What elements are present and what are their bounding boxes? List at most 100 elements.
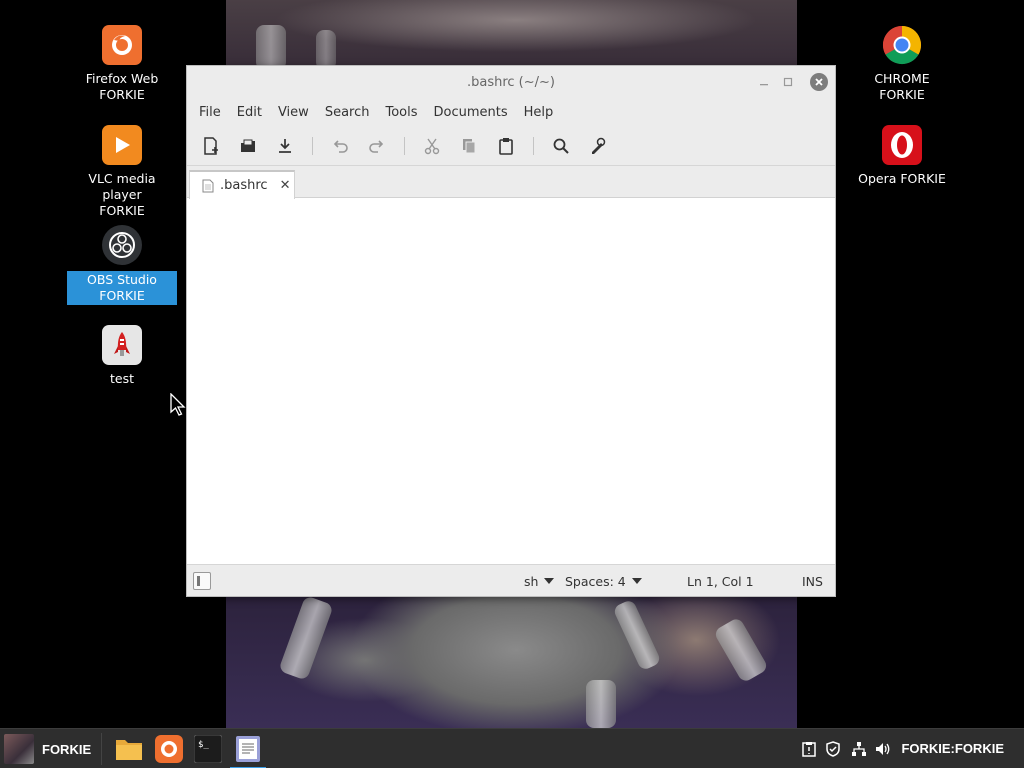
desktop-icon-test[interactable]: test (66, 325, 178, 387)
document-tab-bar: .bashrc ✕ (187, 166, 835, 199)
indent-label: Spaces: 4 (565, 574, 626, 589)
firefox-icon (102, 25, 142, 65)
taskbar-terminal[interactable]: $_ (192, 733, 224, 765)
desktop-icon-firefox[interactable]: Firefox Web FORKIE (66, 25, 178, 103)
volume-tray[interactable] (875, 740, 893, 758)
tab-label: .bashrc (220, 178, 268, 193)
maximize-button[interactable] (779, 73, 797, 91)
document-tab[interactable]: .bashrc ✕ (189, 170, 295, 199)
text-editor-icon (236, 736, 260, 762)
find-replace-icon (592, 137, 606, 154)
clipboard-tray[interactable] (800, 740, 818, 758)
desktop-icon-label: FORKIE (99, 288, 145, 303)
chevron-down-icon (631, 578, 642, 584)
paste-button[interactable] (492, 132, 520, 160)
desktop-icon-label: CHROME FORKIE (874, 71, 930, 102)
desktop-icon-label: FORKIE (99, 87, 145, 102)
undo-icon (333, 139, 348, 153)
cut-icon (424, 138, 440, 154)
obs-icon (102, 225, 142, 265)
indent-selector[interactable]: Spaces: 4 (565, 574, 642, 589)
chrome-icon (882, 25, 922, 65)
text-editor-area[interactable] (187, 198, 835, 562)
volume-icon (876, 743, 890, 755)
desktop-icon-chrome[interactable]: CHROME FORKIE (846, 25, 958, 103)
cut-button[interactable] (418, 132, 446, 160)
maximize-icon (783, 77, 793, 87)
menu-tools[interactable]: Tools (377, 105, 425, 120)
desktop-icon-opera[interactable]: Opera FORKIE (846, 125, 958, 187)
toolbar-separator (404, 136, 405, 155)
taskbar-firefox[interactable] (153, 733, 185, 765)
paste-icon (499, 137, 513, 155)
open-button[interactable] (234, 132, 262, 160)
window-titlebar[interactable]: .bashrc (~/~) (187, 66, 835, 98)
mouse-cursor-icon (170, 393, 186, 416)
desktop-icon-obs[interactable]: OBS Studio FORKIE (66, 225, 178, 305)
taskbar-separator (101, 733, 102, 765)
menu-view[interactable]: View (270, 105, 317, 120)
shield-icon (826, 741, 840, 757)
cursor-position: Ln 1, Col 1 (687, 574, 754, 589)
redo-icon (369, 139, 384, 153)
menu-documents[interactable]: Documents (426, 105, 516, 120)
language-selector[interactable]: sh (524, 574, 555, 589)
status-bar: sh Spaces: 4 Ln 1, Col 1 INS (187, 564, 835, 596)
new-document-button[interactable] (197, 132, 225, 160)
svg-text:$_: $_ (198, 740, 209, 750)
menu-file[interactable]: File (191, 105, 229, 120)
network-icon (852, 742, 866, 756)
desktop-icon-vlc[interactable]: VLC media player FORKIE (66, 125, 178, 219)
start-label: FORKIE (42, 741, 92, 757)
terminal-icon: $_ (194, 735, 222, 763)
menu-edit[interactable]: Edit (229, 105, 270, 120)
firefox-icon (155, 735, 183, 763)
save-icon (279, 138, 291, 153)
user-label: FORKIE:FORKIE (901, 741, 1004, 756)
desktop-icon-label: OBS Studio (87, 272, 157, 287)
toolbar-separator (533, 136, 534, 155)
vlc-icon (102, 125, 142, 165)
desktop-icon-label: test (109, 371, 134, 386)
new-document-icon (204, 136, 218, 155)
find-icon (553, 138, 569, 154)
toolbar-separator (312, 136, 313, 155)
menu-help[interactable]: Help (516, 105, 562, 120)
copy-button[interactable] (455, 132, 483, 160)
desktop-icon-label: Opera FORKIE (858, 171, 946, 186)
folder-icon (116, 740, 142, 760)
find-replace-button[interactable] (584, 132, 612, 160)
close-button[interactable] (810, 73, 828, 91)
network-tray[interactable] (850, 740, 868, 758)
start-avatar (4, 734, 34, 764)
find-button[interactable] (547, 132, 575, 160)
minimize-button[interactable] (755, 73, 773, 91)
clipboard-icon (802, 742, 816, 757)
desktop-icon-label: Firefox Web (85, 71, 159, 86)
window-title: .bashrc (~/~) (466, 74, 555, 90)
rocket-icon (102, 325, 142, 365)
text-editor-window[interactable]: .bashrc (~/~) File Edit View Search Tool… (186, 65, 836, 597)
save-button[interactable] (271, 132, 299, 160)
side-panel-toggle-icon[interactable] (193, 572, 211, 590)
opera-icon (882, 125, 922, 165)
taskbar-files[interactable] (113, 733, 145, 765)
undo-button[interactable] (326, 132, 354, 160)
desktop-icon-label: VLC media player (88, 171, 156, 202)
redo-button[interactable] (363, 132, 391, 160)
tab-close-button[interactable]: ✕ (280, 178, 291, 193)
taskbar-text-editor[interactable] (230, 733, 266, 768)
start-menu-button[interactable]: FORKIE (4, 734, 91, 764)
open-icon (241, 139, 255, 152)
desktop-icon-label: FORKIE (99, 203, 145, 218)
copy-icon (463, 138, 476, 153)
insert-mode: INS (802, 574, 823, 589)
language-label: sh (524, 574, 539, 589)
minimize-icon (760, 84, 768, 86)
menu-bar: File Edit View Search Tools Documents He… (187, 98, 835, 126)
document-icon (202, 179, 214, 192)
taskbar: FORKIE $_ FORKIE:FORKIE (0, 728, 1024, 768)
menu-search[interactable]: Search (317, 105, 378, 120)
chevron-down-icon (544, 578, 555, 584)
security-tray[interactable] (824, 740, 842, 758)
